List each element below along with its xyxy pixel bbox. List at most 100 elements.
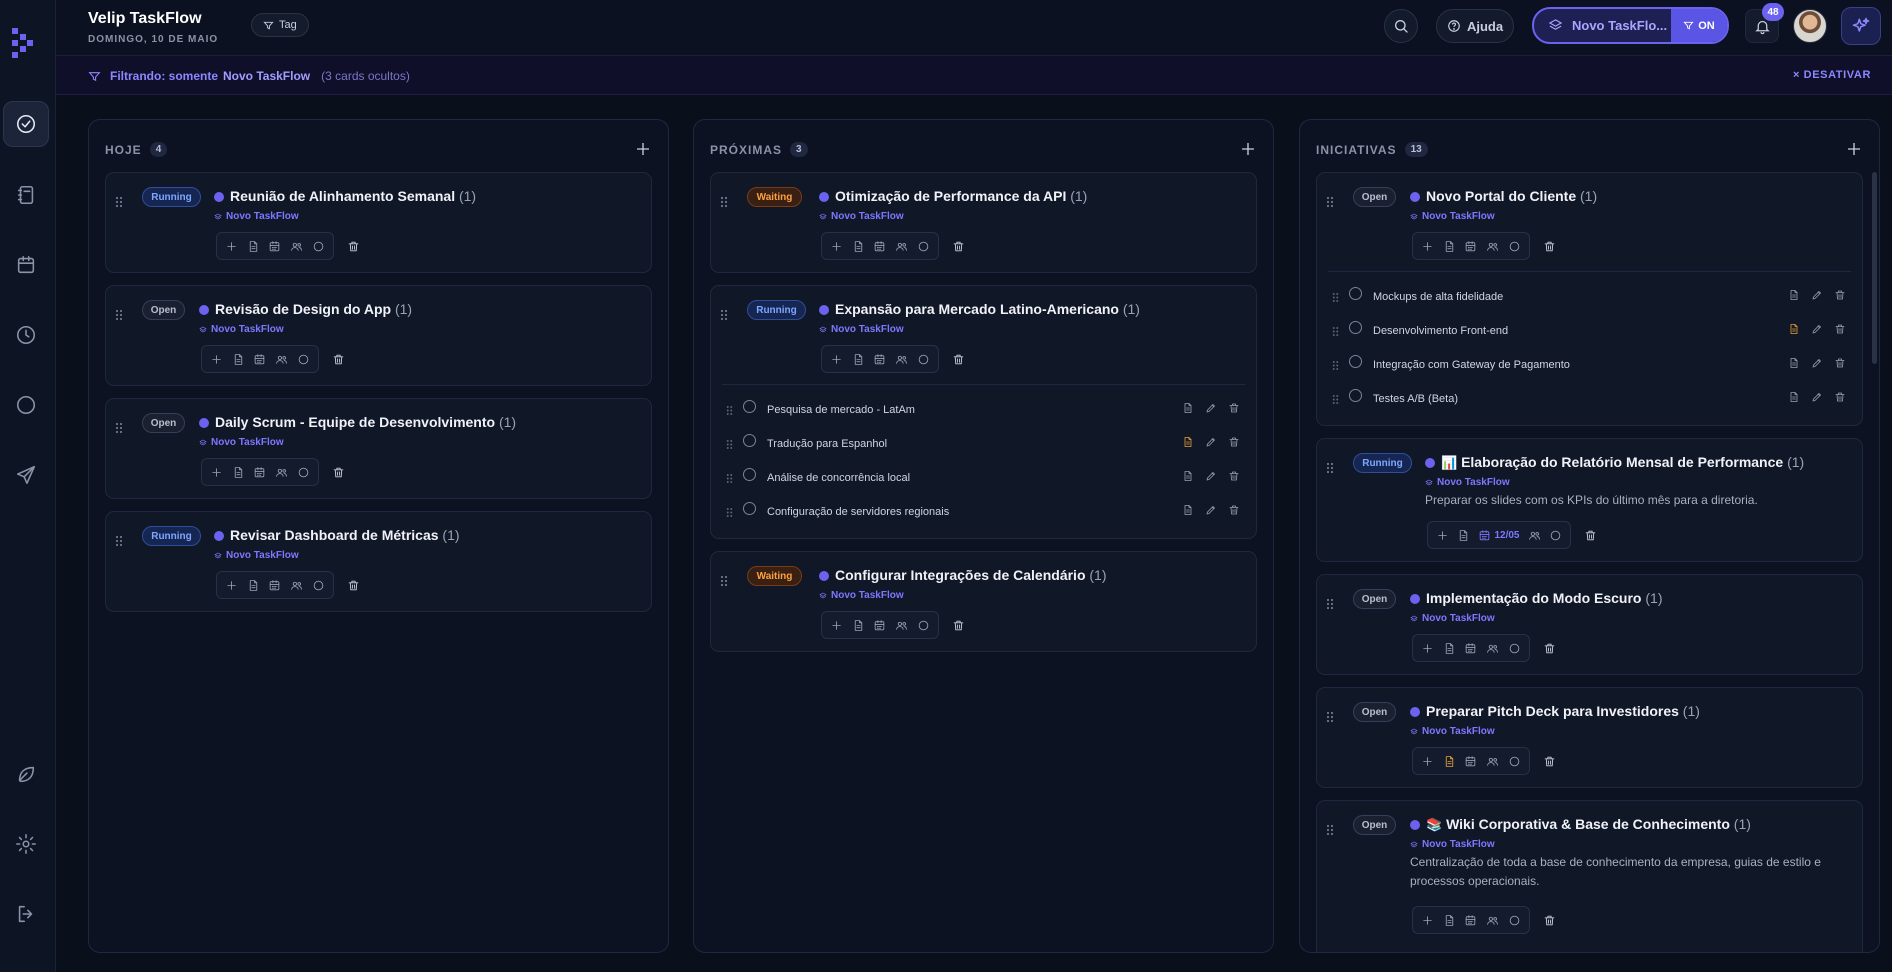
plus-action[interactable] <box>828 616 846 635</box>
drag-handle-icon[interactable] <box>720 308 728 321</box>
task-card[interactable]: Open Implementação do Modo Escuro (1) Novo… <box>1316 574 1863 675</box>
delete-card-button[interactable] <box>329 350 347 368</box>
document-action[interactable] <box>245 576 263 595</box>
status-badge[interactable]: Open <box>1353 702 1396 722</box>
users-action[interactable] <box>288 237 306 256</box>
nav-notes[interactable] <box>3 172 49 218</box>
delete-card-button[interactable] <box>949 350 967 368</box>
subtask-checkbox[interactable] <box>1349 355 1362 368</box>
drag-handle-icon[interactable] <box>1326 461 1334 474</box>
subtask-edit-button[interactable] <box>1204 435 1218 449</box>
circle-action[interactable] <box>914 616 932 635</box>
deactivate-filter-button[interactable]: × DESATIVAR <box>1793 69 1871 81</box>
users-action[interactable] <box>1484 639 1502 658</box>
subtask-delete-button[interactable] <box>1833 288 1847 302</box>
subtask-label[interactable]: Mockups de alta fidelidade <box>1373 291 1503 303</box>
subtask-note-button[interactable] <box>1787 390 1801 404</box>
ai-assistant-button[interactable] <box>1841 7 1881 45</box>
task-card[interactable]: Open 📚 Wiki Corporativa & Base de Conheci… <box>1316 800 1863 952</box>
nav-send[interactable] <box>3 452 49 498</box>
project-tag[interactable]: Novo TaskFlow <box>1410 613 1495 624</box>
plus-action[interactable] <box>1419 911 1437 930</box>
subtask-edit-button[interactable] <box>1204 469 1218 483</box>
calendar-action[interactable] <box>266 576 284 595</box>
users-action[interactable] <box>1484 911 1502 930</box>
nav-settings[interactable] <box>3 821 49 867</box>
subtask-label[interactable]: Testes A/B (Beta) <box>1373 393 1458 405</box>
circle-action[interactable] <box>1505 911 1523 930</box>
card-title[interactable]: Implementação do Modo Escuro (1) <box>1426 590 1663 606</box>
project-filter-toggle[interactable]: ON <box>1671 9 1727 42</box>
search-button[interactable] <box>1384 9 1418 43</box>
project-tag[interactable]: Novo TaskFlow <box>199 324 284 335</box>
calendar-action[interactable] <box>1462 639 1480 658</box>
task-card[interactable]: Waiting Otimização de Performance da API … <box>710 172 1257 273</box>
circle-action[interactable] <box>1505 237 1523 256</box>
document-action[interactable] <box>1441 911 1459 930</box>
drag-handle-icon[interactable] <box>726 471 733 483</box>
circle-action[interactable] <box>294 350 312 369</box>
subtask-edit-button[interactable] <box>1810 356 1824 370</box>
subtask-delete-button[interactable] <box>1833 322 1847 336</box>
subtask-checkbox[interactable] <box>1349 389 1362 402</box>
calendar-action[interactable] <box>251 463 269 482</box>
subtask-item[interactable]: Integração com Gateway de Pagamento <box>1332 350 1847 378</box>
delete-card-button[interactable] <box>949 616 967 634</box>
status-badge[interactable]: Open <box>1353 815 1396 835</box>
nav-calendar[interactable] <box>3 242 49 288</box>
status-badge[interactable]: Running <box>747 300 806 320</box>
subtask-edit-button[interactable] <box>1810 390 1824 404</box>
subtask-delete-button[interactable] <box>1227 435 1241 449</box>
drag-handle-icon[interactable] <box>115 195 123 208</box>
circle-action[interactable] <box>1505 639 1523 658</box>
calendar-action[interactable] <box>1462 752 1480 771</box>
subtask-checkbox[interactable] <box>743 468 756 481</box>
plus-action[interactable] <box>223 237 241 256</box>
circle-action[interactable] <box>309 576 327 595</box>
status-badge[interactable]: Waiting <box>747 187 802 207</box>
document-action[interactable] <box>850 616 868 635</box>
task-card[interactable]: Open Daily Scrum - Equipe de Desenvolvime… <box>105 398 652 499</box>
users-action[interactable] <box>893 350 911 369</box>
plus-action[interactable] <box>223 576 241 595</box>
document-action[interactable] <box>230 350 248 369</box>
card-title[interactable]: 📚 Wiki Corporativa & Base de Conheciment… <box>1426 816 1751 833</box>
task-card[interactable]: Running Reunião de Alinhamento Semanal (1… <box>105 172 652 273</box>
document-action[interactable] <box>1441 752 1459 771</box>
card-title[interactable]: Reunião de Alinhamento Semanal (1) <box>230 188 476 204</box>
project-tag[interactable]: Novo TaskFlow <box>214 550 299 561</box>
subtask-edit-button[interactable] <box>1810 288 1824 302</box>
users-action[interactable] <box>1484 752 1502 771</box>
delete-card-button[interactable] <box>1540 911 1558 929</box>
drag-handle-icon[interactable] <box>115 308 123 321</box>
subtask-note-button[interactable] <box>1787 288 1801 302</box>
subtask-note-button[interactable] <box>1181 401 1195 415</box>
task-card[interactable]: Running Revisar Dashboard de Métricas (1)… <box>105 511 652 612</box>
subtask-label[interactable]: Tradução para Espanhol <box>767 438 887 450</box>
document-action[interactable] <box>1441 237 1459 256</box>
card-title[interactable]: Otimização de Performance da API (1) <box>835 188 1087 204</box>
delete-card-button[interactable] <box>1540 237 1558 255</box>
drag-handle-icon[interactable] <box>1326 710 1334 723</box>
document-action[interactable] <box>850 350 868 369</box>
subtask-note-button[interactable] <box>1787 356 1801 370</box>
document-action[interactable] <box>245 237 263 256</box>
project-tag[interactable]: Novo TaskFlow <box>1410 839 1495 850</box>
delete-card-button[interactable] <box>329 463 347 481</box>
project-tag[interactable]: Novo TaskFlow <box>819 324 904 335</box>
subtask-item[interactable]: Testes A/B (Beta) <box>1332 384 1847 412</box>
subtask-note-button[interactable] <box>1181 435 1195 449</box>
subtask-delete-button[interactable] <box>1227 401 1241 415</box>
plus-action[interactable] <box>828 350 846 369</box>
card-title[interactable]: 📊 Elaboração do Relatório Mensal de Perf… <box>1441 454 1804 471</box>
plus-action[interactable] <box>208 463 226 482</box>
circle-action[interactable] <box>294 463 312 482</box>
subtask-delete-button[interactable] <box>1227 469 1241 483</box>
project-tag[interactable]: Novo TaskFlow <box>1410 726 1495 737</box>
subtask-item[interactable]: Desenvolvimento Front-end <box>1332 316 1847 344</box>
subtask-label[interactable]: Análise de concorrência local <box>767 472 910 484</box>
users-action[interactable] <box>288 576 306 595</box>
nav-focus[interactable] <box>3 382 49 428</box>
nav-history[interactable] <box>3 312 49 358</box>
calendar-action[interactable] <box>871 616 889 635</box>
